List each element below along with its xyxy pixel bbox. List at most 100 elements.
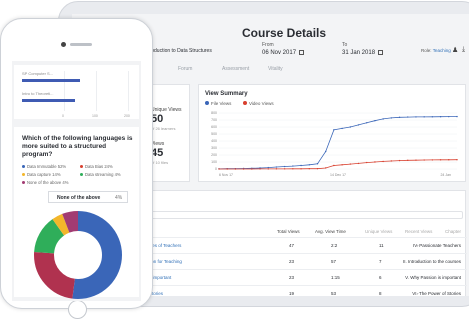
calendar-icon[interactable] <box>299 50 305 55</box>
bar-label: Intro to Theoreti... <box>22 91 54 96</box>
data-point[interactable] <box>341 164 343 166</box>
tab-forum[interactable]: Forum <box>178 66 192 72</box>
table-cell-avg: 53 <box>331 291 337 296</box>
phone-screen: SP Computer S... Intro to Theoreti... 0 … <box>12 61 141 301</box>
y-tick-label: 100 <box>211 160 217 164</box>
data-point[interactable] <box>357 124 360 126</box>
data-point[interactable] <box>448 159 450 161</box>
data-point[interactable] <box>423 159 425 161</box>
table-cell-title[interactable]: ices of Teachers <box>149 243 181 248</box>
column-header[interactable]: Avg. View Time <box>315 229 346 234</box>
data-point[interactable] <box>333 164 335 167</box>
data-point[interactable] <box>300 168 302 170</box>
data-point[interactable] <box>423 116 425 118</box>
data-point[interactable] <box>407 159 409 162</box>
table-row[interactable]: Stories 19 53 8- VI. The Power of Stories <box>143 285 467 296</box>
table-cell-unique: 8 <box>379 291 382 296</box>
series-line[interactable] <box>219 159 458 170</box>
data-point[interactable] <box>333 129 335 131</box>
data-point[interactable] <box>398 116 401 119</box>
table-cell-unique: 7 <box>379 259 382 264</box>
poll-option: Data capture 14% <box>22 172 61 177</box>
tick-label: 100 <box>92 114 98 118</box>
column-header[interactable]: Chapter <box>445 229 461 234</box>
y-tick-label: 200 <box>211 153 217 157</box>
data-point[interactable] <box>374 161 376 163</box>
data-point[interactable] <box>283 168 286 170</box>
column-header[interactable]: Recent Views <box>405 229 432 234</box>
data-point[interactable] <box>349 163 352 165</box>
tab-assessment[interactable]: Assessment <box>222 66 249 72</box>
to-date-field[interactable]: 31 Jan 2018 <box>342 50 384 56</box>
data-point[interactable] <box>398 159 401 162</box>
bar[interactable] <box>22 99 76 102</box>
table-cell-title[interactable]: tion for Teaching <box>149 259 182 264</box>
camera-icon <box>61 42 66 47</box>
tooltip-label: None of the above <box>57 195 101 201</box>
phone-home-button[interactable] <box>68 300 87 319</box>
bar[interactable] <box>22 79 80 82</box>
data-point[interactable] <box>439 159 442 161</box>
data-point[interactable] <box>341 127 343 130</box>
table-cell-chapter: VI. The Power of Stories <box>412 291 461 296</box>
from-date-field[interactable]: 06 Nov 2017 <box>262 50 305 56</box>
table-row[interactable]: ices of Teachers 47 2:2 11- IV. Passionate T… <box>143 237 467 253</box>
data-point[interactable] <box>324 167 327 169</box>
data-point[interactable] <box>316 167 319 170</box>
data-point[interactable] <box>448 115 450 118</box>
data-point[interactable] <box>366 122 368 124</box>
data-point[interactable] <box>308 168 310 170</box>
data-point[interactable] <box>390 160 393 162</box>
data-point[interactable] <box>275 168 278 170</box>
data-point[interactable] <box>324 150 327 153</box>
data-point[interactable] <box>415 159 417 161</box>
data-point[interactable] <box>275 166 278 168</box>
tooltip-value: 4% <box>115 195 123 201</box>
data-point[interactable] <box>390 117 393 119</box>
table-cell-unique: 11 <box>379 243 384 248</box>
data-point[interactable] <box>366 161 368 164</box>
y-tick-label: 500 <box>211 132 217 136</box>
data-point[interactable] <box>267 166 269 169</box>
tab-vitality[interactable]: Vitality <box>268 66 283 72</box>
data-point[interactable] <box>456 115 458 118</box>
table-cell-avg: 2:2 <box>331 243 338 248</box>
data-point[interactable] <box>349 126 352 128</box>
table-cell-avg: 57 <box>331 259 337 264</box>
user-icon[interactable]: ♟ <box>452 46 458 54</box>
data-point[interactable] <box>357 162 360 165</box>
data-point[interactable] <box>283 165 286 168</box>
data-point[interactable] <box>431 159 434 161</box>
role-selector[interactable]: Role: Teaching <box>421 48 451 53</box>
data-point[interactable] <box>316 163 319 165</box>
data-point[interactable] <box>382 118 384 120</box>
download-icon[interactable]: ⤓ <box>462 46 465 54</box>
data-point[interactable] <box>292 168 294 170</box>
data-point[interactable] <box>431 116 434 118</box>
data-point[interactable] <box>382 160 384 163</box>
data-point[interactable] <box>456 158 458 161</box>
data-point[interactable] <box>226 168 228 170</box>
table-row[interactable]: s important 23 1:15 6- V. Why Passion is imp… <box>143 269 467 285</box>
role-value: Teaching <box>432 48 451 53</box>
data-point[interactable] <box>251 168 253 170</box>
column-header[interactable]: Total Views <box>277 229 300 234</box>
data-point[interactable] <box>292 165 294 167</box>
data-point[interactable] <box>259 168 261 170</box>
data-point[interactable] <box>374 120 376 122</box>
table-search-input[interactable] <box>147 211 463 219</box>
column-header[interactable]: Unique Views <box>365 229 392 234</box>
data-point[interactable] <box>308 164 310 166</box>
data-point[interactable] <box>407 116 409 118</box>
data-point[interactable] <box>300 164 302 167</box>
data-point[interactable] <box>234 168 237 170</box>
data-point[interactable] <box>439 116 442 118</box>
series-line[interactable] <box>218 116 457 170</box>
data-point[interactable] <box>218 168 220 170</box>
calendar-icon[interactable] <box>378 50 384 55</box>
table-row[interactable]: tion for Teaching 23 57 7- II. Introduction … <box>143 253 467 269</box>
course-selector[interactable]: Introduction to Data Structures <box>144 48 212 54</box>
data-point[interactable] <box>267 168 269 170</box>
data-point[interactable] <box>415 116 417 118</box>
data-point[interactable] <box>242 168 245 170</box>
